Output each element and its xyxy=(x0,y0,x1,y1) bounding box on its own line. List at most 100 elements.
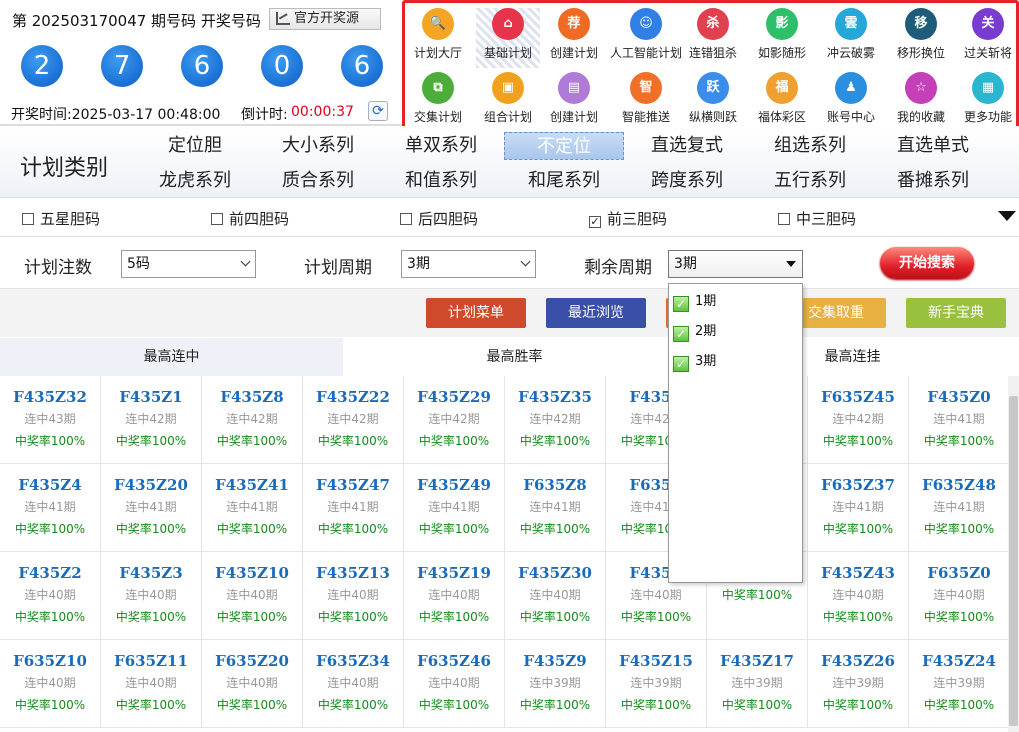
action-button-1[interactable]: 计划菜单 xyxy=(426,298,526,328)
plan-cell[interactable]: F435Z1 连中42期 中奖率100% xyxy=(101,376,202,464)
checkbox-icon[interactable] xyxy=(22,213,34,225)
checkbox-item[interactable]: 前四胆码 xyxy=(211,208,289,229)
tool-13[interactable]: 智智能推送 xyxy=(610,72,682,132)
plan-cell[interactable]: F435Z2 连中40期 中奖率100% xyxy=(0,552,101,640)
start-search-button[interactable]: 开始搜索 xyxy=(880,247,974,279)
category-row2-7[interactable]: 番摊系列 xyxy=(878,167,988,195)
plan-cell[interactable]: F435Z30 连中40期 中奖率100% xyxy=(505,552,606,640)
checkbox-item[interactable]: 五星胆码 xyxy=(22,208,100,229)
tool-14[interactable]: 跃纵横则跃 xyxy=(677,72,749,132)
category-row1-1[interactable]: 定位胆 xyxy=(140,132,250,160)
category-row1-2[interactable]: 大小系列 xyxy=(263,132,373,160)
plan-cell[interactable]: F435Z29 连中42期 中奖率100% xyxy=(404,376,505,464)
category-row1-4[interactable]: 不定位 xyxy=(504,132,624,160)
category-row1-3[interactable]: 单双系列 xyxy=(386,132,496,160)
remain-cycle-select[interactable]: 3期 xyxy=(668,250,803,278)
plan-cell[interactable]: F635Z11 连中40期 中奖率100% xyxy=(101,640,202,728)
plan-win-rate: 中奖率100% xyxy=(115,522,187,536)
plan-cell[interactable]: F635Z34 连中40期 中奖率100% xyxy=(303,640,404,728)
plan-cell[interactable]: F435Z9 连中39期 中奖率100% xyxy=(505,640,606,728)
official-source-button[interactable]: 官方开奖源 xyxy=(269,8,381,30)
tool-4[interactable]: ☺ 人工智能计划 xyxy=(610,8,682,68)
checkbox-item[interactable]: 中三胆码 xyxy=(778,208,856,229)
dropdown-option[interactable]: ✓ 2期 xyxy=(673,321,716,343)
action-button-2[interactable]: 最近浏览 xyxy=(546,298,646,328)
plan-cell[interactable]: F435Z8 连中42期 中奖率100% xyxy=(202,376,303,464)
tool-8[interactable]: 移移形换位 xyxy=(885,8,957,68)
tool-15[interactable]: 福福体彩区 xyxy=(746,72,818,132)
tool-label: 如影随形 xyxy=(757,46,806,60)
checkbox-checked-icon[interactable]: ✓ xyxy=(589,216,601,228)
refresh-icon[interactable]: ⟳ xyxy=(368,101,388,121)
plan-cell[interactable]: F635Z0 连中40期 中奖率100% xyxy=(909,552,1010,640)
dropdown-option[interactable]: ✓ 1期 xyxy=(673,291,716,313)
plan-streak: 连中42期 xyxy=(125,412,177,426)
plan-cell[interactable]: F435Z19 连中40期 中奖率100% xyxy=(404,552,505,640)
plan-cycle-select[interactable]: 3期 xyxy=(401,250,536,278)
category-row1-6[interactable]: 组选系列 xyxy=(755,132,865,160)
plan-cell[interactable]: F435Z0 连中41期 中奖率100% xyxy=(909,376,1010,464)
category-row1-5[interactable]: 直选复式 xyxy=(632,132,742,160)
plan-code: F435Z35 xyxy=(518,388,592,406)
dropdown-option[interactable]: ✓ 3期 xyxy=(673,351,716,373)
plan-cell[interactable]: F435Z49 连中41期 中奖率100% xyxy=(404,464,505,552)
action-button-5[interactable]: 新手宝典 xyxy=(906,298,1006,328)
plan-cell[interactable]: F435Z22 连中42期 中奖率100% xyxy=(303,376,404,464)
tool-16[interactable]: ♟ 账号中心 xyxy=(815,72,887,132)
plan-cell[interactable]: F435Z24 连中39期 中奖率100% xyxy=(909,640,1010,728)
tool-17[interactable]: ☆ 我的收藏 xyxy=(885,72,957,132)
plan-cell[interactable]: F435Z13 连中40期 中奖率100% xyxy=(303,552,404,640)
plan-cell[interactable]: F635Z46 连中40期 中奖率100% xyxy=(404,640,505,728)
plan-win-rate: 中奖率100% xyxy=(923,522,995,536)
category-row2-2[interactable]: 质合系列 xyxy=(263,167,373,195)
plan-cell[interactable]: F435Z43 连中40期 中奖率100% xyxy=(808,552,909,640)
plan-cell[interactable]: F635Z37 连中41期 中奖率100% xyxy=(808,464,909,552)
plan-cell[interactable]: F435Z35 连中42期 中奖率100% xyxy=(505,376,606,464)
category-row1-7[interactable]: 直选单式 xyxy=(878,132,988,160)
tool-9[interactable]: 关过关斩将 xyxy=(952,8,1019,68)
user-icon: ♟ xyxy=(835,72,867,104)
plan-cell[interactable]: F435Z32 连中43期 中奖率100% xyxy=(0,376,101,464)
tool-3[interactable]: 荐创建计划 xyxy=(538,8,610,68)
plan-cell[interactable]: F635Z48 连中41期 中奖率100% xyxy=(909,464,1010,552)
plan-cell[interactable]: F435Z17 连中39期 中奖率100% xyxy=(707,640,808,728)
plan-cell[interactable]: F435Z20 连中41期 中奖率100% xyxy=(101,464,202,552)
category-row2-4[interactable]: 和尾系列 xyxy=(509,167,619,195)
tab-top-winrate[interactable]: 最高胜率 xyxy=(343,338,686,376)
tool-10[interactable]: ⧉ 交集计划 xyxy=(402,72,474,132)
category-row2-6[interactable]: 五行系列 xyxy=(755,167,865,195)
plan-count-select[interactable]: 5码 xyxy=(121,250,256,278)
plan-cell[interactable]: F435Z41 连中41期 中奖率100% xyxy=(202,464,303,552)
plan-cell[interactable]: F435Z47 连中41期 中奖率100% xyxy=(303,464,404,552)
category-row2-1[interactable]: 龙虎系列 xyxy=(140,167,250,195)
checkbox-icon[interactable] xyxy=(211,213,223,225)
tool-2[interactable]: ⌂ 基础计划 xyxy=(476,8,540,68)
plan-cell[interactable]: F635Z45 连中42期 中奖率100% xyxy=(808,376,909,464)
checkbox-icon[interactable] xyxy=(400,213,412,225)
category-row2-5[interactable]: 跨度系列 xyxy=(632,167,742,195)
tool-5[interactable]: 杀连错狙杀 xyxy=(677,8,749,68)
plan-cell[interactable]: F435Z15 连中39期 中奖率100% xyxy=(606,640,707,728)
plan-cell[interactable]: F435Z4 连中41期 中奖率100% xyxy=(0,464,101,552)
checkbox-item[interactable]: ✓ 前三胆码 xyxy=(589,208,667,229)
tool-1[interactable]: 🔍 计划大厅 xyxy=(402,8,474,68)
plan-cell[interactable]: F635Z10 连中40期 中奖率100% xyxy=(0,640,101,728)
tool-label: 交集计划 xyxy=(413,110,462,124)
tool-12[interactable]: ▤ 创建计划 xyxy=(538,72,610,132)
plan-streak: 连中41期 xyxy=(933,500,985,514)
checkbox-item[interactable]: 后四胆码 xyxy=(400,208,478,229)
tab-top-streak[interactable]: 最高连中 xyxy=(0,338,343,376)
tool-18[interactable]: ▦ 更多功能 xyxy=(952,72,1019,132)
plan-cell[interactable]: F635Z20 连中40期 中奖率100% xyxy=(202,640,303,728)
plan-cell[interactable]: F435Z10 连中40期 中奖率100% xyxy=(202,552,303,640)
tool-11[interactable]: ▣ 组合计划 xyxy=(472,72,544,132)
checkbox-icon[interactable] xyxy=(778,213,790,225)
tool-7[interactable]: 雲冲云破雾 xyxy=(815,8,887,68)
plan-cell[interactable]: F435Z26 连中39期 中奖率100% xyxy=(808,640,909,728)
expand-arrow-icon[interactable] xyxy=(998,211,1016,221)
tool-6[interactable]: 影如影随形 xyxy=(746,8,818,68)
plan-cell[interactable]: F435Z3 连中40期 中奖率100% xyxy=(101,552,202,640)
scrollbar-thumb[interactable] xyxy=(1009,396,1018,726)
category-row2-3[interactable]: 和值系列 xyxy=(386,167,496,195)
plan-cell[interactable]: F635Z8 连中41期 中奖率100% xyxy=(505,464,606,552)
